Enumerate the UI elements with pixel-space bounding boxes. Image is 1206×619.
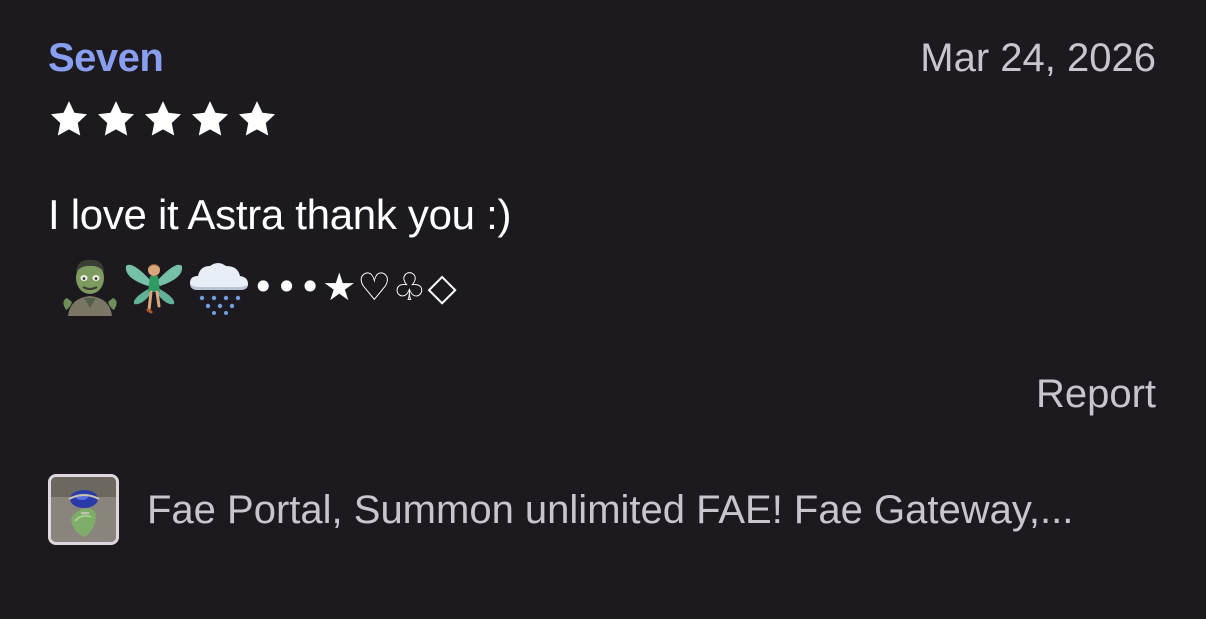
star-icon <box>191 101 229 136</box>
review-date: Mar 24, 2026 <box>920 36 1156 80</box>
fairy-emoji-icon <box>125 264 183 314</box>
star-icon <box>144 101 182 136</box>
review-text: I love it Astra thank you :) <box>48 191 512 238</box>
listing-link[interactable]: Fae Portal, Summon unlimited FAE! Fae Ga… <box>48 474 1158 545</box>
emoji-line: •••★♡♧◇ <box>58 256 458 318</box>
listing-thumbnail[interactable] <box>48 474 119 545</box>
star-icon <box>97 101 135 136</box>
report-link[interactable]: Report <box>1036 372 1156 416</box>
decorative-symbols: •••★♡♧◇ <box>252 265 458 309</box>
snow-cloud-emoji-icon <box>190 263 248 315</box>
review-card: Seven Mar 24, 2026 I love it Astra thank… <box>0 0 1206 619</box>
zombie-emoji-icon <box>63 259 117 316</box>
listing-photo-image <box>51 477 116 542</box>
star-icon <box>238 101 276 136</box>
star-rating <box>48 98 278 140</box>
listing-title[interactable]: Fae Portal, Summon unlimited FAE! Fae Ga… <box>147 488 1073 532</box>
reviewer-name[interactable]: Seven <box>48 36 164 80</box>
star-icon <box>50 101 88 136</box>
